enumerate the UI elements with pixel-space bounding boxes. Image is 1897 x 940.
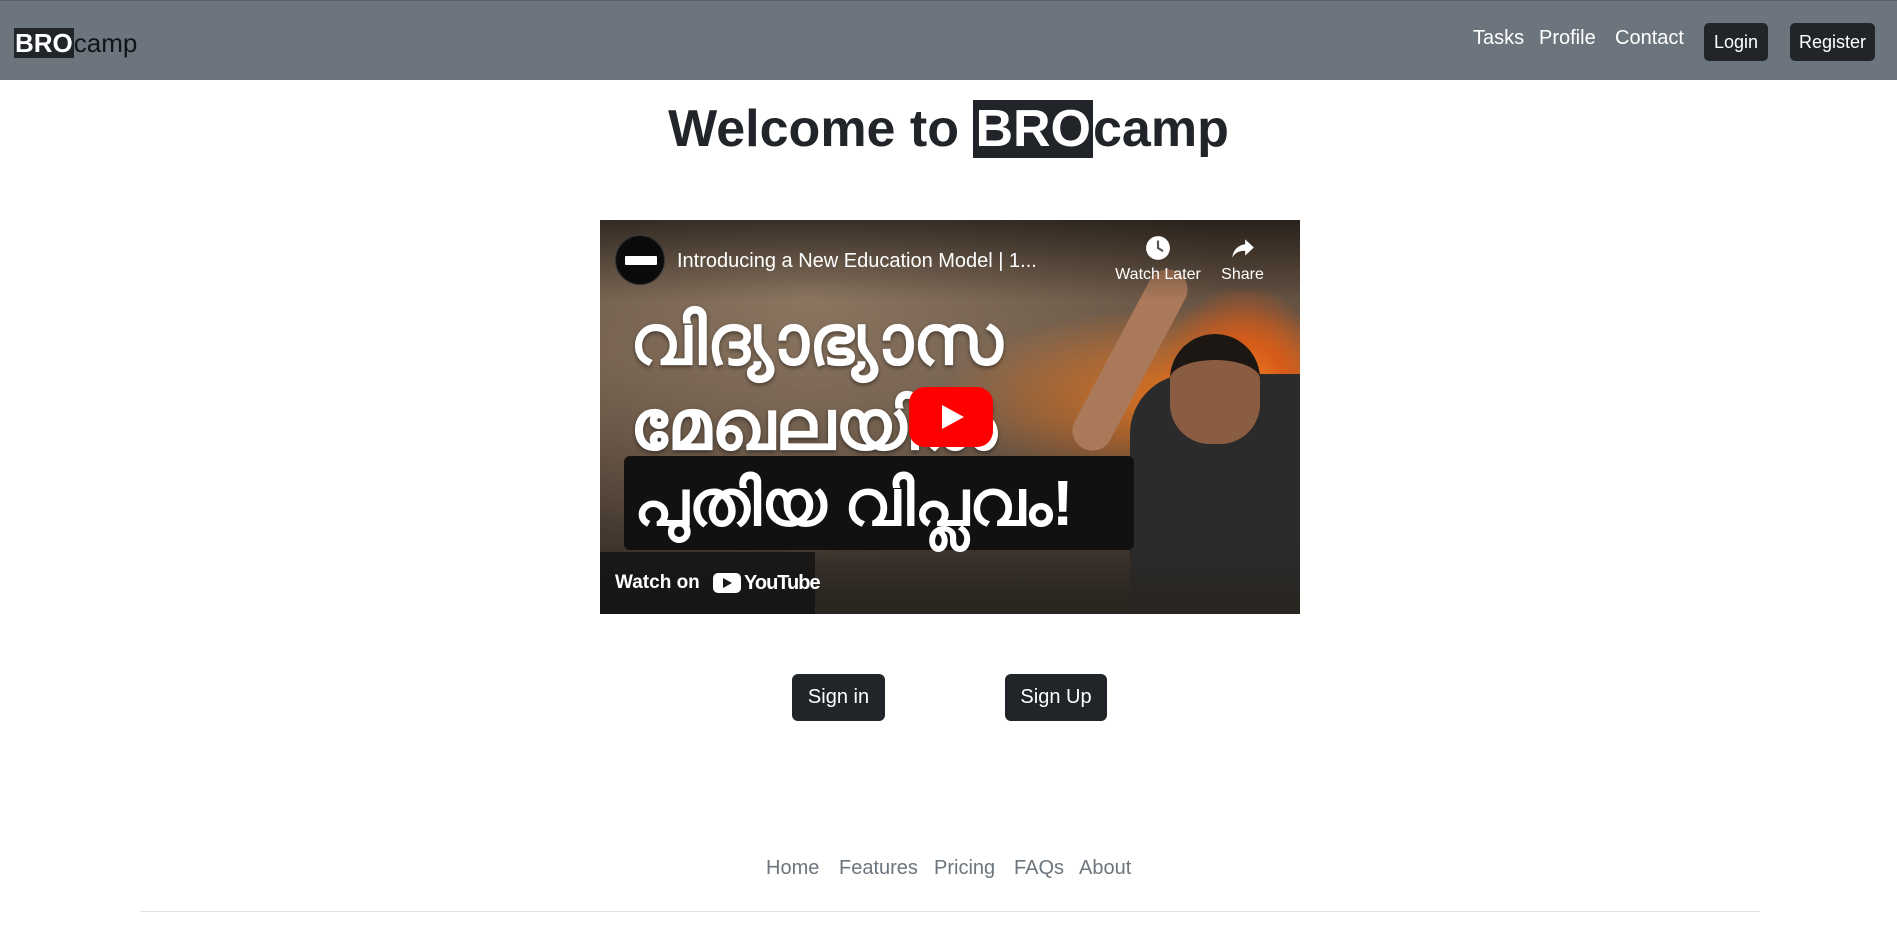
footer-divider [140, 911, 1760, 912]
youtube-logo-box [713, 573, 741, 593]
navbar: BROcamp Tasks Profile Contact Login Regi… [0, 0, 1897, 80]
share-arrow-icon [1231, 239, 1254, 258]
thumbnail-text-line-1: വിദ്യാഭ്യാസ [630, 301, 1003, 379]
thumbnail-text-box: പുതിയ വിപ്ലവം! [624, 456, 1134, 550]
footer-link-features[interactable]: Features [839, 855, 918, 881]
channel-avatar[interactable] [615, 235, 665, 285]
nav-link-tasks[interactable]: Tasks [1473, 25, 1524, 51]
nav-link-contact[interactable]: Contact [1615, 25, 1684, 51]
nav-link-profile[interactable]: Profile [1539, 25, 1596, 51]
youtube-logo-word: YouTube [744, 572, 821, 594]
share-button[interactable]: Share [1200, 235, 1285, 285]
sign-up-button[interactable]: Sign Up [1005, 674, 1107, 721]
watch-later-label: Watch Later [1115, 266, 1201, 283]
video-title[interactable]: Introducing a New Education Model | 1... [677, 249, 1037, 273]
play-icon [942, 405, 964, 429]
footer-nav: Home Features Pricing FAQs About [0, 855, 1897, 881]
sign-in-button[interactable]: Sign in [792, 674, 885, 721]
watch-on-youtube-button[interactable]: Watch on YouTube [600, 552, 821, 614]
title-prefix: Welcome to [668, 100, 974, 158]
title-rest: camp [1093, 100, 1229, 158]
brand-rest: camp [73, 28, 138, 58]
play-button[interactable] [909, 387, 993, 447]
register-button[interactable]: Register [1790, 23, 1875, 61]
thumbnail-text-line-3: പുതിയ വിപ്ലവം! [634, 467, 1074, 539]
title-highlight: BRO [973, 100, 1094, 158]
footer-link-faqs[interactable]: FAQs [1014, 855, 1064, 881]
footer-link-pricing[interactable]: Pricing [934, 855, 995, 881]
clock-icon [1146, 236, 1170, 260]
share-label: Share [1221, 266, 1264, 283]
brand-logo[interactable]: BROcamp [14, 28, 137, 58]
footer-link-about[interactable]: About [1079, 855, 1131, 881]
channel-logo-mark [625, 256, 657, 265]
youtube-video-embed[interactable]: വിദ്യാഭ്യാസ മേഖലയിൽ പുതിയ വിപ്ലവം! Intro… [600, 220, 1300, 614]
brand-highlight: BRO [14, 28, 74, 58]
youtube-logo-play [723, 578, 732, 588]
footer-link-home[interactable]: Home [766, 855, 819, 881]
watch-on-label: Watch on [615, 572, 700, 593]
login-button[interactable]: Login [1704, 23, 1768, 61]
thumbnail-person-head [1170, 334, 1260, 444]
page-title: Welcome to BROcamp [0, 96, 1897, 162]
